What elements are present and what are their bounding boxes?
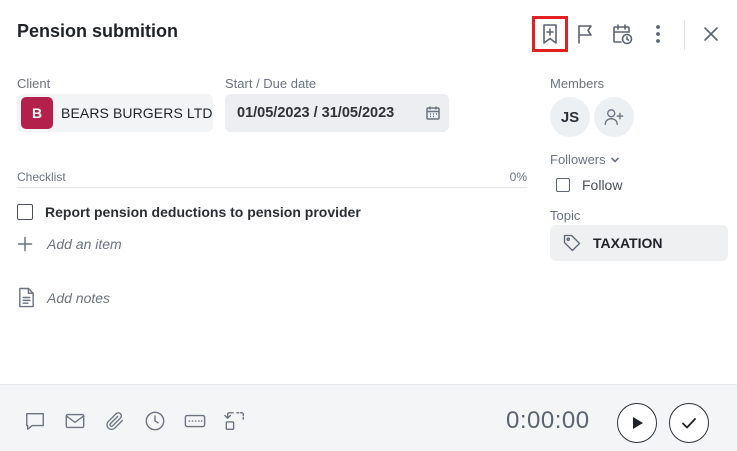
time-log-button[interactable] bbox=[143, 409, 167, 433]
footer-toolbar: 0:00:00 bbox=[0, 384, 737, 451]
email-button[interactable] bbox=[63, 409, 87, 433]
checklist-item-text[interactable]: Report pension deductions to pension pro… bbox=[45, 204, 361, 220]
follow-label[interactable]: Follow bbox=[582, 177, 622, 193]
topic-label: Topic bbox=[550, 208, 581, 223]
add-user-icon bbox=[604, 109, 624, 126]
close-button[interactable] bbox=[695, 18, 727, 50]
add-notes-field[interactable]: Add notes bbox=[17, 287, 110, 308]
flag-icon bbox=[578, 25, 592, 44]
comment-icon bbox=[26, 412, 44, 430]
convert-icon bbox=[224, 412, 244, 430]
add-bookmark-button[interactable] bbox=[532, 16, 568, 52]
timer-display: 0:00:00 bbox=[506, 407, 590, 434]
start-timer-button[interactable] bbox=[617, 403, 657, 443]
check-icon bbox=[682, 418, 696, 429]
checklist-header: Checklist 0% bbox=[17, 170, 527, 184]
add-checklist-item[interactable]: Add an item bbox=[17, 236, 122, 252]
calendar-clock-icon bbox=[613, 24, 633, 45]
flag-button[interactable] bbox=[570, 18, 602, 50]
mail-icon bbox=[65, 413, 85, 429]
members-label: Members bbox=[550, 76, 605, 91]
follow-checkbox[interactable] bbox=[556, 178, 570, 192]
more-vertical-icon bbox=[656, 25, 660, 43]
attachment-icon bbox=[106, 412, 124, 431]
client-avatar: B bbox=[21, 97, 53, 129]
member-avatar[interactable]: JS bbox=[550, 97, 590, 137]
schedule-button[interactable] bbox=[606, 18, 638, 50]
topic-selector[interactable]: TAXATION bbox=[550, 225, 728, 261]
keyboard-icon bbox=[184, 414, 206, 428]
page-title: Pension submition bbox=[17, 21, 179, 41]
checklist-label: Checklist bbox=[17, 170, 66, 184]
followers-toggle[interactable]: Followers bbox=[550, 152, 620, 167]
header-divider bbox=[684, 20, 685, 50]
topic-value: TAXATION bbox=[593, 235, 663, 251]
client-selector[interactable]: B BEARS BURGERS LTD bbox=[17, 94, 213, 132]
chevron-down-icon bbox=[610, 156, 619, 163]
play-icon bbox=[633, 417, 643, 429]
attach-button[interactable] bbox=[103, 409, 127, 433]
convert-button[interactable] bbox=[223, 409, 247, 433]
add-notes-placeholder: Add notes bbox=[47, 289, 111, 306]
tag-icon bbox=[563, 234, 581, 252]
comment-button[interactable] bbox=[23, 409, 47, 433]
date-range-picker[interactable]: 01/05/2023 / 31/05/2023 bbox=[225, 94, 449, 132]
checklist-item-checkbox[interactable] bbox=[17, 204, 33, 220]
calendar-icon bbox=[426, 106, 440, 120]
add-member-button[interactable] bbox=[594, 97, 634, 137]
client-name: BEARS BURGERS LTD bbox=[61, 105, 213, 121]
checklist-progress: 0% bbox=[509, 170, 527, 184]
clock-icon bbox=[145, 411, 165, 431]
close-icon bbox=[704, 27, 718, 41]
client-label: Client bbox=[17, 76, 51, 91]
add-item-label: Add an item bbox=[47, 236, 122, 252]
dates-label: Start / Due date bbox=[225, 76, 317, 91]
complete-task-button[interactable] bbox=[669, 403, 709, 443]
date-range-value: 01/05/2023 / 31/05/2023 bbox=[237, 105, 395, 121]
keyboard-button[interactable] bbox=[183, 409, 207, 433]
checklist-divider bbox=[17, 187, 527, 188]
followers-label: Followers bbox=[550, 152, 606, 167]
plus-icon bbox=[17, 236, 33, 252]
document-icon bbox=[19, 287, 34, 308]
add-bookmark-icon bbox=[543, 24, 557, 44]
more-options-button[interactable] bbox=[642, 18, 674, 50]
